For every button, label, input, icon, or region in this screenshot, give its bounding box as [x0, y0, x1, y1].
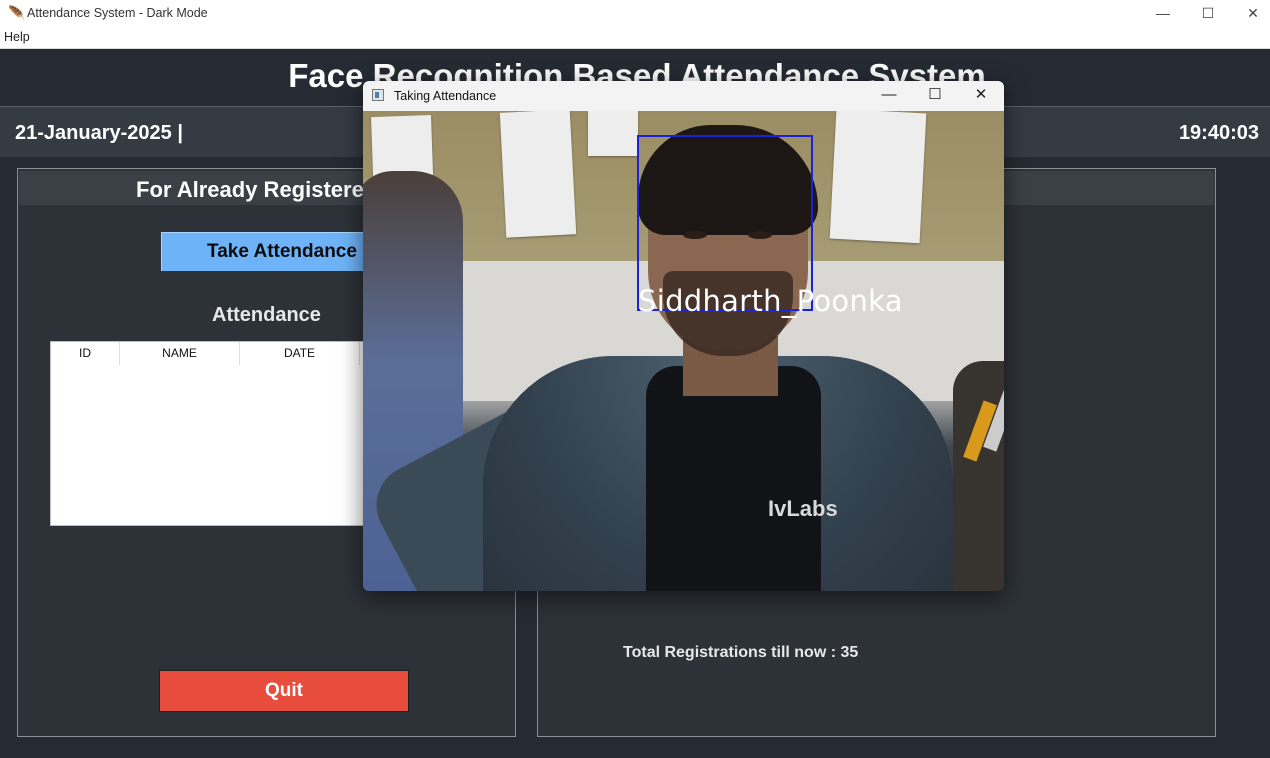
feather-icon: 🪶 [8, 5, 26, 21]
close-button[interactable]: ✕ [1230, 0, 1270, 27]
popup-close-button[interactable]: ✕ [958, 81, 1004, 111]
notice-paper [588, 111, 638, 156]
minimize-button[interactable]: — [1140, 0, 1186, 27]
window-title: Attendance System - Dark Mode [27, 6, 208, 20]
recognized-name-label: Siddharth_Poonka [638, 284, 903, 318]
camera-feed: IvLabs Siddharth_Poonka [363, 111, 1004, 591]
take-attendance-label: Take Attendance [207, 241, 357, 262]
notice-paper [499, 111, 577, 238]
registered-panel-heading: For Already Registered [136, 177, 378, 202]
quit-label: Quit [265, 680, 303, 701]
attendance-heading: Attendance [212, 304, 321, 326]
window-titlebar: 🪶 Attendance System - Dark Mode — ☐ ✕ [0, 0, 1270, 27]
popup-title: Taking Attendance [394, 89, 497, 103]
current-date: 21-January-2025 | [15, 122, 183, 144]
background-person-right [953, 361, 1004, 591]
attendance-table[interactable]: ID NAME DATE [50, 341, 382, 526]
quit-button[interactable]: Quit [159, 670, 409, 712]
menu-bar: Help [0, 27, 1270, 49]
menu-help[interactable]: Help [4, 30, 30, 44]
column-header-date[interactable]: DATE [240, 342, 360, 365]
column-header-name[interactable]: NAME [120, 342, 240, 365]
shirt-logo: IvLabs [768, 496, 838, 521]
window-app-icon [372, 89, 384, 101]
popup-minimize-button[interactable]: — [866, 81, 912, 111]
current-time: 19:40:03 [1178, 122, 1259, 144]
popup-maximize-button[interactable]: ☐ [912, 81, 958, 111]
popup-titlebar[interactable]: Taking Attendance — ☐ ✕ [363, 81, 1004, 111]
column-header-id[interactable]: ID [51, 342, 120, 365]
taking-attendance-window[interactable]: Taking Attendance — ☐ ✕ IvLabs Siddharth… [363, 81, 1004, 591]
maximize-button[interactable]: ☐ [1185, 0, 1231, 27]
shirt [646, 366, 821, 591]
notice-paper [829, 111, 927, 244]
total-registrations: Total Registrations till now : 35 [623, 644, 859, 661]
